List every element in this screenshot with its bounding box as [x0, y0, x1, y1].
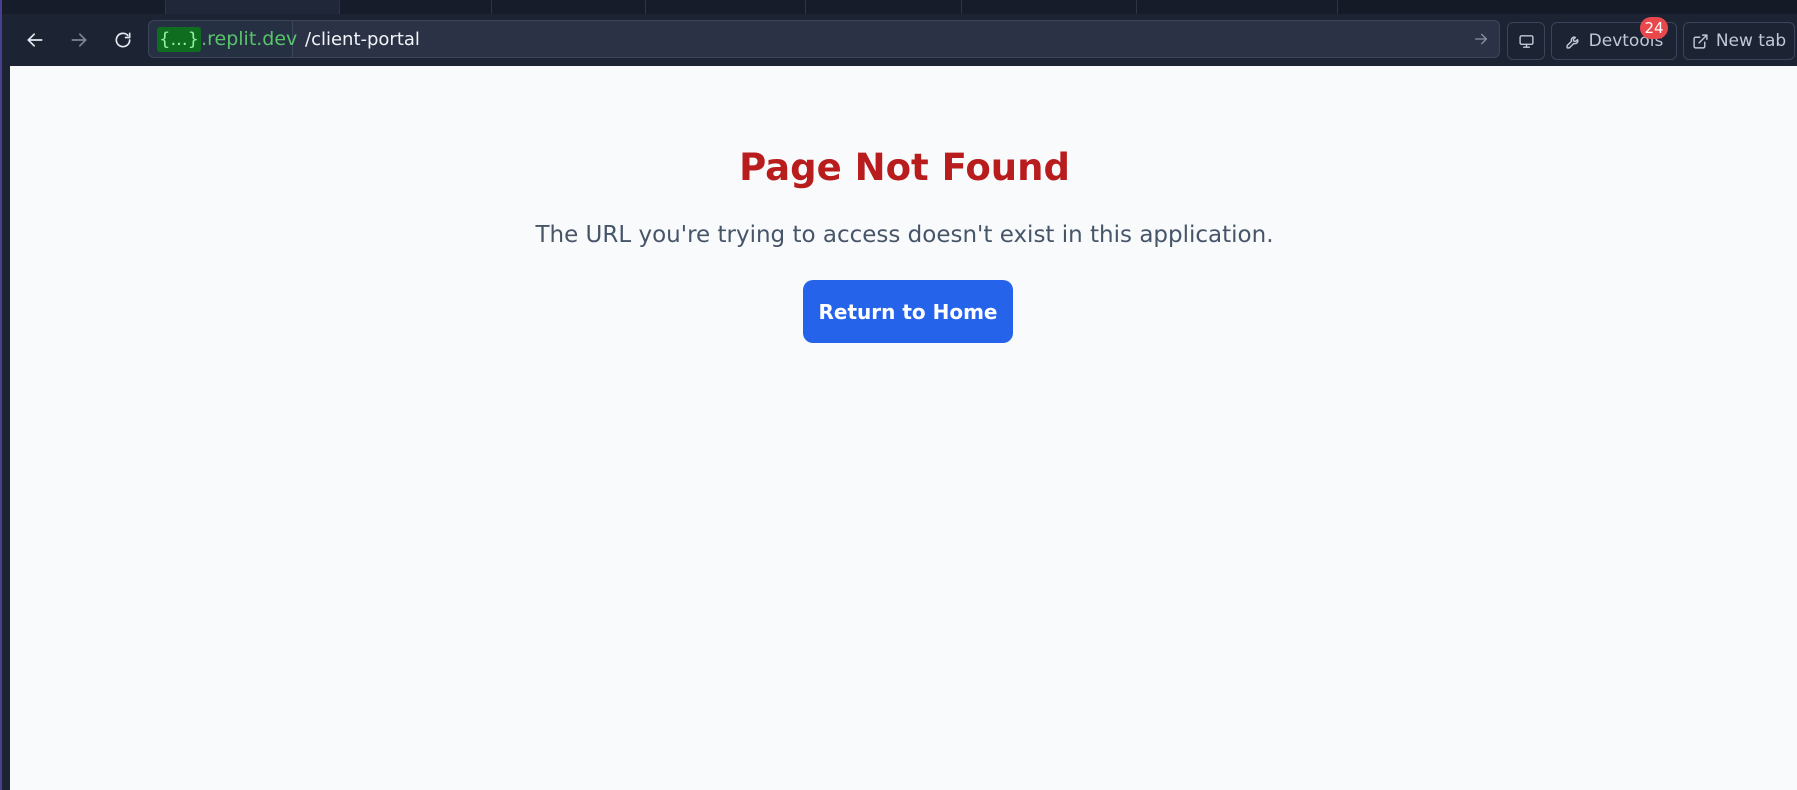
tab[interactable]	[1137, 0, 1338, 14]
devtools-badge: 24	[1640, 17, 1668, 39]
browser-window: {...} .replit.dev /client-portal Devtools…	[0, 0, 1797, 790]
tab[interactable]	[962, 0, 1137, 14]
forward-button[interactable]	[62, 24, 96, 56]
tab[interactable]	[2, 0, 166, 14]
url-host-masked: {...}	[157, 26, 202, 52]
tab[interactable]	[806, 0, 962, 14]
url-host: {...} .replit.dev	[149, 21, 297, 57]
page-content: Page Not Found The URL you're trying to …	[10, 66, 1797, 790]
screen-button[interactable]	[1507, 22, 1545, 60]
go-arrow-icon[interactable]	[1473, 31, 1489, 47]
return-home-button[interactable]: Return to Home	[803, 280, 1013, 343]
tab[interactable]	[166, 0, 340, 14]
url-path[interactable]: /client-portal	[305, 21, 420, 57]
reload-button[interactable]	[106, 24, 140, 56]
tab[interactable]	[340, 0, 492, 14]
external-link-icon	[1693, 33, 1708, 49]
monitor-icon	[1518, 34, 1534, 48]
address-bar[interactable]: {...} .replit.dev /client-portal	[148, 20, 1500, 58]
page-title: Page Not Found	[739, 146, 1070, 189]
url-host-domain: .replit.dev	[201, 28, 298, 50]
wrench-icon	[1566, 35, 1579, 49]
tab[interactable]	[646, 0, 806, 14]
arrow-left-icon	[27, 33, 43, 47]
tab-strip	[2, 0, 1797, 14]
page-description: The URL you're trying to access doesn't …	[535, 222, 1274, 248]
arrow-right-icon	[71, 33, 87, 47]
new-tab-label: New tab	[1715, 31, 1787, 51]
new-tab-button[interactable]: New tab	[1683, 22, 1795, 60]
reload-icon	[115, 32, 131, 48]
tab[interactable]	[492, 0, 646, 14]
back-button[interactable]	[18, 24, 52, 56]
browser-toolbar: {...} .replit.dev /client-portal Devtools…	[10, 14, 1797, 66]
